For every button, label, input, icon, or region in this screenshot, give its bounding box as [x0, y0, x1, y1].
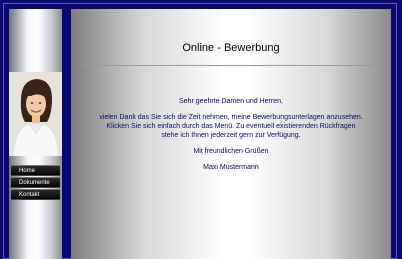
- body-line-3: stehe ich Ihnen jederzeit gern zur Verfü…: [161, 132, 301, 139]
- page-title: Online - Bewerbung: [182, 42, 280, 54]
- signature: Maxi Mustermann: [203, 164, 259, 171]
- body-line-1: vielen Dank das Sie sich die Zeit nehmen…: [99, 114, 363, 121]
- main-nav: Home Dokumente Kontakt: [11, 165, 60, 201]
- sidebar: Home Dokumente Kontakt: [9, 9, 62, 259]
- nav-item-home[interactable]: Home: [11, 165, 60, 176]
- main-content: Online - Bewerbung Sehr geehrte Damen un…: [71, 9, 391, 259]
- nav-item-kontakt[interactable]: Kontakt: [11, 189, 60, 200]
- profile-photo: [9, 72, 62, 156]
- letter-text: Sehr geehrte Damen und Herren, vielen Da…: [71, 97, 391, 172]
- title-divider: [83, 65, 380, 66]
- nav-item-dokumente[interactable]: Dokumente: [11, 177, 60, 188]
- closing: Mit freundlichen Grüßen: [193, 148, 269, 155]
- body-line-2: Klicken Sie sich einfach durch das Menü.…: [106, 123, 356, 130]
- salutation: Sehr geehrte Damen und Herren,: [179, 98, 283, 105]
